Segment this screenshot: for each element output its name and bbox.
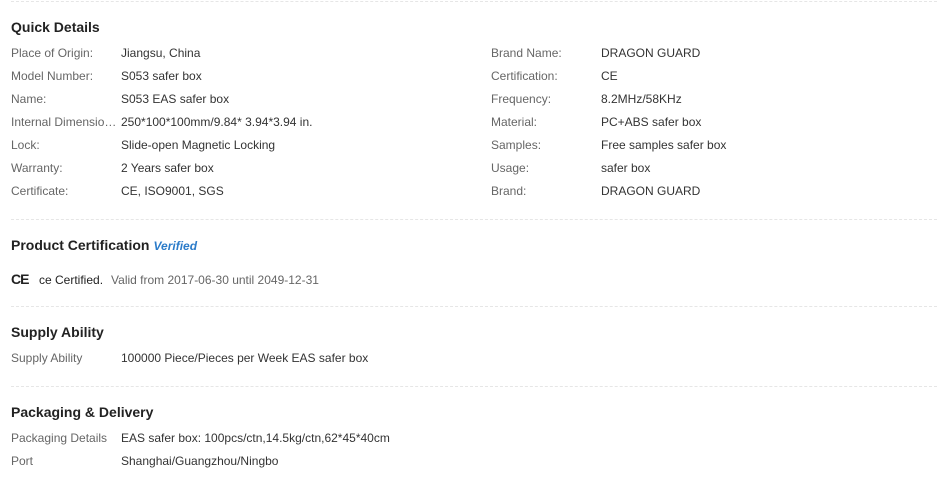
detail-row-warranty: Warranty: 2 Years safer box (11, 160, 471, 176)
supply-ability-row: Supply Ability 100000 Piece/Pieces per W… (11, 350, 911, 366)
detail-value: Jiangsu, China (121, 46, 201, 60)
port-row: Port Shanghai/Guangzhou/Ningbo (11, 453, 911, 469)
detail-value: DRAGON GUARD (601, 46, 701, 60)
detail-row-certification: Certification: CE (491, 68, 931, 84)
detail-value: Slide-open Magnetic Locking (121, 138, 276, 152)
detail-label: Brand Name: (491, 46, 562, 60)
section-divider (11, 219, 937, 220)
detail-value: 250*100*100mm/9.84* 3.94*3.94 in. (121, 115, 313, 129)
detail-label: Name: (11, 92, 47, 106)
detail-label: Packaging Details (11, 431, 108, 445)
verified-badge: Verified (153, 239, 198, 253)
detail-row-lock: Lock: Slide-open Magnetic Locking (11, 137, 471, 153)
quick-details-heading: Quick Details (11, 19, 100, 35)
detail-row-material: Material: PC+ABS safer box (491, 114, 931, 130)
detail-row-usage: Usage: safer box (491, 160, 931, 176)
detail-value: Free samples safer box (601, 138, 727, 152)
detail-label: Certificate: (11, 184, 69, 198)
supply-ability-heading: Supply Ability (11, 324, 104, 340)
product-certification-heading: Product Certification Verified (11, 237, 197, 253)
certification-entry: CE ce Certified. Valid from 2017-06-30 unt… (11, 271, 319, 287)
detail-value: CE (601, 69, 618, 83)
detail-label: Certification: (491, 69, 558, 83)
detail-row-place-of-origin: Place of Origin: Jiangsu, China (11, 45, 471, 61)
detail-value: S053 EAS safer box (121, 92, 230, 106)
detail-label: Internal Dimension(... (11, 115, 121, 129)
detail-label: Material: (491, 115, 538, 129)
detail-row-internal-dimension: Internal Dimension(... 250*100*100mm/9.8… (11, 114, 471, 130)
top-divider (11, 1, 937, 2)
detail-label: Model Number: (11, 69, 94, 83)
detail-label: Place of Origin: (11, 46, 94, 60)
detail-value: DRAGON GUARD (601, 184, 701, 198)
detail-value: safer box (601, 161, 651, 175)
detail-label: Lock: (11, 138, 40, 152)
section-divider (11, 306, 937, 307)
detail-label: Supply Ability (11, 351, 83, 365)
detail-label: Samples: (491, 138, 542, 152)
detail-label: Brand: (491, 184, 527, 198)
detail-row-name: Name: S053 EAS safer box (11, 91, 471, 107)
detail-value: CE, ISO9001, SGS (121, 184, 224, 198)
detail-value: EAS safer box: 100pcs/ctn,14.5kg/ctn,62*… (121, 431, 390, 445)
detail-value: 2 Years safer box (121, 161, 214, 175)
detail-row-brand-name: Brand Name: DRAGON GUARD (491, 45, 931, 61)
ce-mark-icon: CE (11, 271, 29, 287)
detail-row-frequency: Frequency: 8.2MHz/58KHz (491, 91, 931, 107)
product-certification-title: Product Certification (11, 237, 150, 253)
detail-value: 100000 Piece/Pieces per Week EAS safer b… (121, 351, 369, 365)
certification-name: ce Certified. (39, 273, 104, 287)
detail-value: S053 safer box (121, 69, 202, 83)
detail-value: PC+ABS safer box (601, 115, 702, 129)
certification-validity: Valid from 2017-06-30 until 2049-12-31 (111, 273, 319, 287)
detail-value: Shanghai/Guangzhou/Ningbo (121, 454, 279, 468)
detail-row-brand: Brand: DRAGON GUARD (491, 183, 931, 199)
detail-label: Warranty: (11, 161, 63, 175)
detail-label: Usage: (491, 161, 530, 175)
detail-row-model-number: Model Number: S053 safer box (11, 68, 471, 84)
detail-value: 8.2MHz/58KHz (601, 92, 682, 106)
detail-label: Port (11, 454, 34, 468)
detail-row-samples: Samples: Free samples safer box (491, 137, 931, 153)
detail-label: Frequency: (491, 92, 552, 106)
detail-row-certificate: Certificate: CE, ISO9001, SGS (11, 183, 471, 199)
section-divider (11, 386, 937, 387)
packaging-details-row: Packaging Details EAS safer box: 100pcs/… (11, 430, 911, 446)
packaging-delivery-heading: Packaging & Delivery (11, 404, 154, 420)
